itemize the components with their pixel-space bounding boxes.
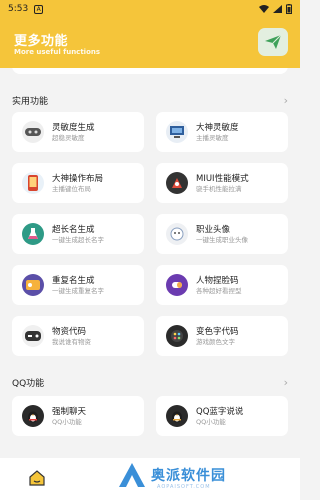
card-title: 变色字代码 [196, 326, 239, 337]
card-subtitle: 超稳灵敏度 [52, 133, 85, 142]
computer-icon [166, 121, 188, 143]
tool-card-face-code[interactable]: 人物捏脸码 各种超好看捏型 [156, 265, 288, 305]
tool-card-supply-code[interactable]: 物资代码 我说谁有物资 [12, 316, 144, 356]
card-subtitle: 各种超好看捏型 [196, 286, 242, 295]
status-bar: 5:53 A [0, 0, 300, 18]
chevron-right-icon: › [283, 93, 288, 107]
card-subtitle: 我说谁有物资 [52, 337, 91, 346]
watermark-text: 奥派软件园 [151, 468, 226, 484]
pill-icon [166, 274, 188, 296]
page-title: 更多功能 [14, 34, 69, 49]
watermark: 奥派软件园 AOPAISOFT.COM [117, 462, 226, 490]
card-subtitle: 主播灵敏度 [196, 133, 229, 142]
qq-card-force-chat[interactable]: 强制聊天 QQ小功能 [12, 396, 144, 436]
tool-card-duplicate-name[interactable]: 重复名生成 一键生成重复名字 [12, 265, 144, 305]
send-button[interactable] [258, 28, 288, 56]
status-time: 5:53 [8, 4, 29, 14]
tool-card-sensitivity[interactable]: 灵敏度生成 超稳灵敏度 [12, 112, 144, 152]
tool-card-miui[interactable]: MIUI性能模式 骁手机性能拉满 [156, 163, 288, 203]
tool-card-long-name[interactable]: 超长名生成 一键生成超长名字 [12, 214, 144, 254]
avatar-icon [166, 223, 188, 245]
card-title: 大神灵敏度 [196, 122, 239, 133]
card-subtitle: QQ小功能 [196, 417, 226, 426]
watermark-subtext: AOPAISOFT.COM [157, 484, 211, 490]
section-header-qq[interactable]: QQ功能 › [12, 374, 288, 390]
section-header-tools[interactable]: 实用功能 › [12, 92, 288, 108]
paper-plane-icon [265, 35, 281, 49]
card-title: QQ蓝字说说 [196, 406, 244, 417]
gamepad-icon [22, 325, 44, 347]
penguin-icon [166, 405, 188, 427]
logo-icon [119, 463, 145, 487]
card-subtitle: QQ小功能 [52, 417, 82, 426]
card-subtitle: 一键生成职业头像 [196, 235, 248, 244]
rocket-icon [166, 172, 188, 194]
card-title: 重复名生成 [52, 275, 95, 286]
palette-icon [166, 325, 188, 347]
id-card-icon [22, 274, 44, 296]
tool-card-layout[interactable]: 大神操作布局 主播键位布局 [12, 163, 144, 203]
flask-icon [22, 223, 44, 245]
tool-card-pro-sensitivity[interactable]: 大神灵敏度 主播灵敏度 [156, 112, 288, 152]
section-title: QQ功能 [12, 378, 45, 389]
top-card-edge [12, 68, 288, 74]
card-subtitle: 一键生成重复名字 [52, 286, 104, 295]
card-subtitle: 主播键位布局 [52, 184, 91, 193]
chevron-right-icon: › [283, 375, 288, 389]
notification-badge: A [34, 4, 44, 14]
page-subtitle: More useful functions [14, 48, 101, 56]
wifi-icon [259, 5, 269, 13]
card-subtitle: 游戏颜色文字 [196, 337, 235, 346]
card-title: 人物捏脸码 [196, 275, 239, 286]
tool-card-color-text[interactable]: 变色字代码 游戏颜色文字 [156, 316, 288, 356]
card-subtitle: 骁手机性能拉满 [196, 184, 242, 193]
signal-icon [273, 5, 282, 13]
section-title: 实用功能 [12, 96, 49, 107]
card-title: 大神操作布局 [52, 173, 104, 184]
penguin-icon [22, 405, 44, 427]
card-title: 超长名生成 [52, 224, 95, 235]
card-title: MIUI性能模式 [196, 173, 249, 184]
card-title: 物资代码 [52, 326, 87, 337]
status-icons [259, 4, 292, 14]
card-title: 职业头像 [196, 224, 231, 235]
home-tab[interactable] [28, 469, 46, 487]
main-content: 实用功能 › 灵敏度生成 超稳灵敏度 大神灵敏度 主播灵敏度 大神操作布局 主播键位布… [0, 68, 300, 458]
qq-card-blue-text[interactable]: QQ蓝字说说 QQ小功能 [156, 396, 288, 436]
card-subtitle: 一键生成超长名字 [52, 235, 104, 244]
card-title: 灵敏度生成 [52, 122, 95, 133]
phone-layout-icon [22, 172, 44, 194]
battery-icon [286, 4, 292, 14]
app-header: 更多功能 More useful functions [0, 18, 300, 68]
controller-icon [22, 121, 44, 143]
card-title: 强制聊天 [52, 406, 87, 417]
home-icon [29, 470, 45, 486]
tool-card-avatar[interactable]: 职业头像 一键生成职业头像 [156, 214, 288, 254]
